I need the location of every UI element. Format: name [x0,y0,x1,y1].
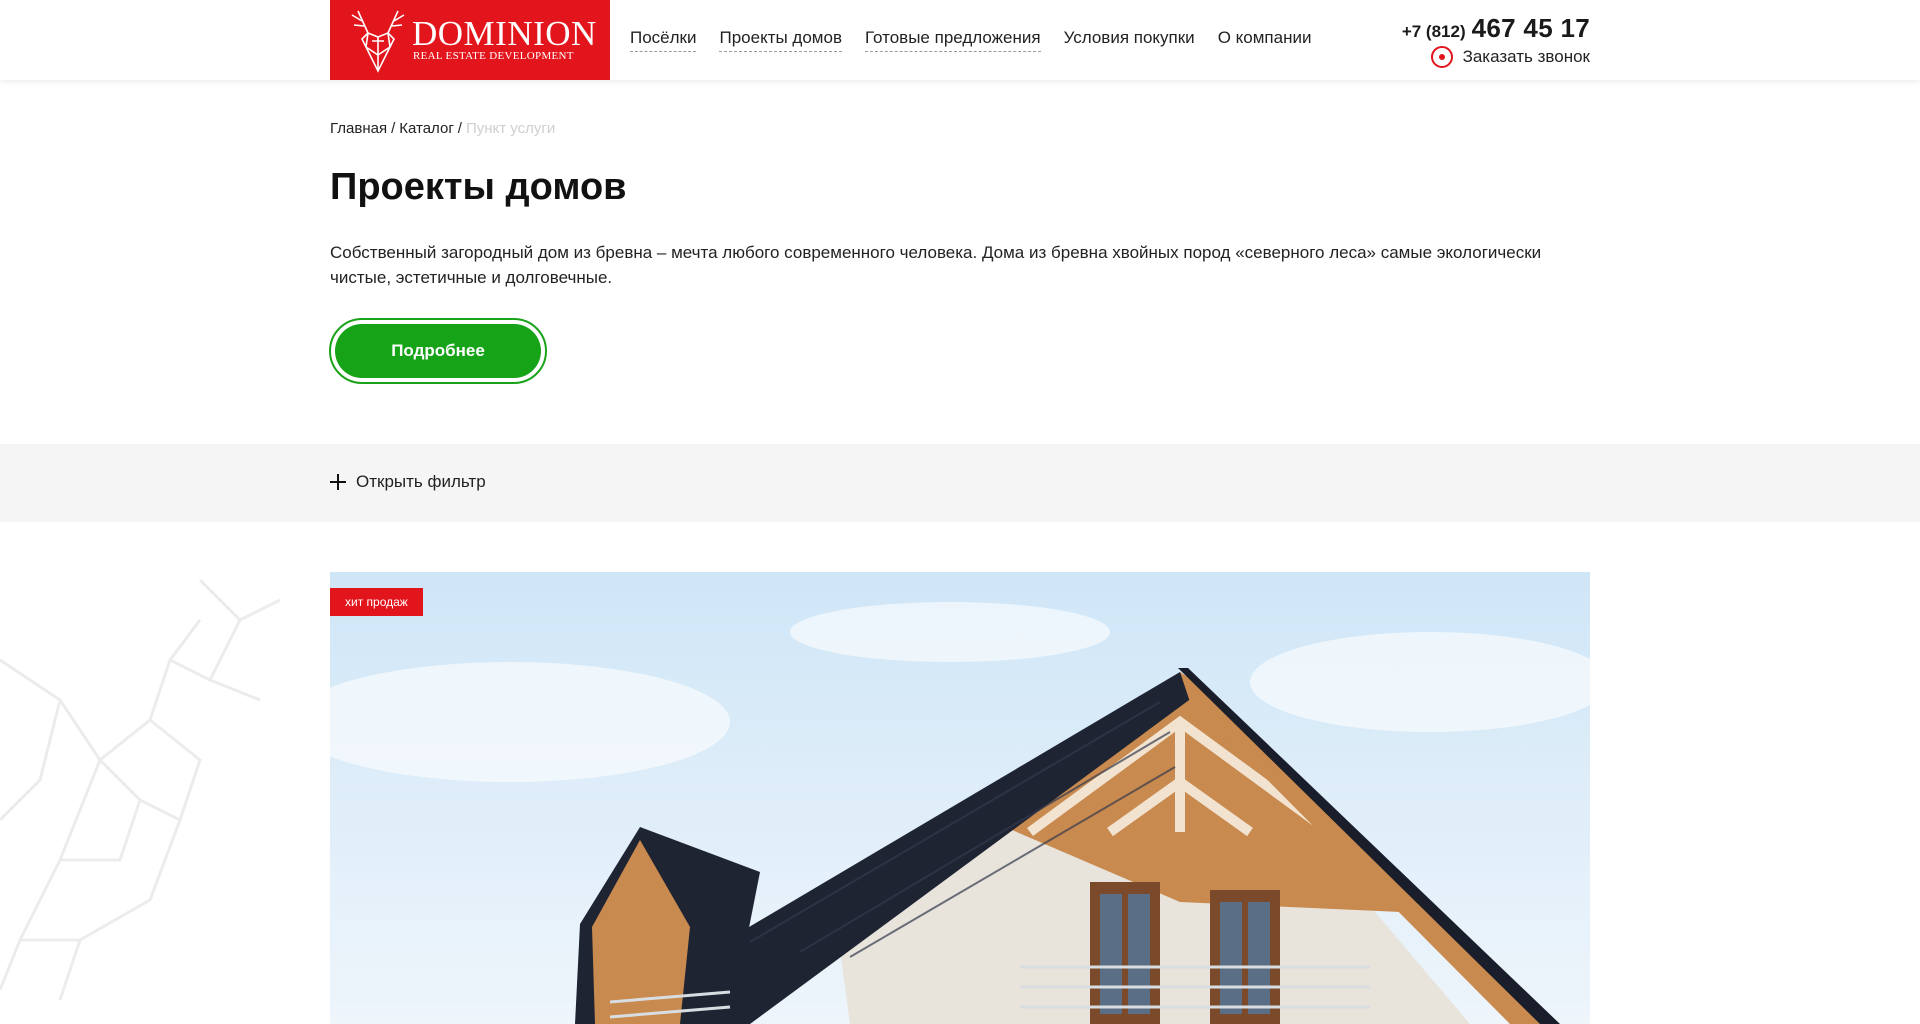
open-filter-button[interactable]: Открыть фильтр [330,472,486,492]
project-card[interactable]: хит продаж [330,572,1590,1024]
nav-item-about[interactable]: О компании [1218,28,1312,52]
phone-digits: 467 45 17 [1471,13,1590,43]
nav-item-house-projects[interactable]: Проекты домов [719,28,842,52]
intro-text: Собственный загородный дом из бревна – м… [330,243,1542,287]
page-title: Проекты домов [330,166,627,208]
phone-number[interactable]: +7 (812) 467 45 17 [1402,13,1590,44]
phone-code: +7 (812) [1401,22,1466,41]
more-button-outline: Подробнее [329,318,547,384]
main-nav: Посёлки Проекты домов Готовые предложени… [630,28,1334,52]
breadcrumb-home[interactable]: Главная [330,120,387,137]
site-header: DOMINION REAL ESTATE DEVELOPMENT Посёлки… [0,0,1920,80]
callback-icon [1430,46,1453,68]
bestseller-badge: хит продаж [330,588,423,616]
breadcrumb: Главная / Каталог / Пункт услуги [330,120,555,137]
logo[interactable]: DOMINION REAL ESTATE DEVELOPMENT [330,0,610,80]
breadcrumb-catalog[interactable]: Каталог [399,120,454,137]
nav-item-ready-offers[interactable]: Готовые предложения [864,28,1041,52]
breadcrumb-current: Пункт услуги [465,120,556,137]
deer-logo-icon [351,10,405,73]
nav-item-purchase-terms[interactable]: Условия покупки [1064,28,1195,52]
logo-subtitle: REAL ESTATE DEVELOPMENT [413,50,574,62]
breadcrumb-separator: / [391,120,396,137]
plus-icon [330,474,346,490]
breadcrumb-separator: / [457,120,462,137]
filter-bar: Открыть фильтр [0,444,1920,522]
callback-label: Заказать звонок [1462,47,1590,66]
logo-title: DOMINION [412,14,597,53]
more-button[interactable]: Подробнее [335,324,541,378]
deer-watermark-icon [0,578,281,1001]
house-photo [330,572,1590,1024]
callback-link[interactable]: Заказать звонок [1430,46,1590,68]
nav-item-settlements[interactable]: Посёлки [630,28,697,52]
open-filter-label: Открыть фильтр [356,472,486,491]
